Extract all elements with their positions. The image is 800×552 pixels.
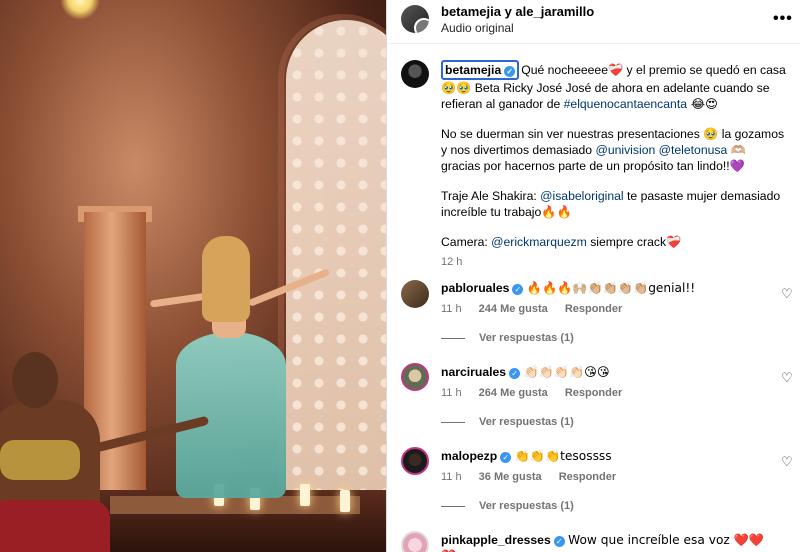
caption-username[interactable]: betamejia ✓ (441, 60, 520, 80)
verified-badge-icon: ✓ (504, 66, 516, 77)
mention-link[interactable]: @teletonusa (659, 143, 728, 157)
comment-username[interactable]: pabloruales (441, 281, 509, 295)
foreground-dancer-head (12, 352, 58, 408)
stage-step (110, 496, 360, 514)
verified-badge-icon: ✓ (509, 368, 521, 379)
comment-likes[interactable]: 244 Me gusta (479, 303, 548, 315)
verified-badge-icon: ✓ (553, 536, 565, 547)
comment-text: malopezp ✓ 👏👏👏tesossss (441, 449, 612, 463)
view-replies-button[interactable]: Ver respuestas (1) (441, 500, 574, 512)
hashtag-link[interactable]: #elquenocantaencanta (564, 97, 687, 111)
view-replies-button[interactable]: Ver respuestas (1) (441, 416, 574, 428)
comment-time[interactable]: 11 h (441, 387, 462, 399)
post-caption: betamejia ✓ Qué nocheeeee❤️‍🩹 y el premio … (441, 60, 787, 270)
reply-button[interactable]: Responder (565, 303, 622, 315)
post-authors[interactable]: betamejia y ale_jaramillo (441, 4, 594, 19)
comment-username[interactable]: narciruales (441, 365, 506, 379)
candle (300, 484, 310, 506)
commenter-avatar[interactable] (401, 531, 429, 552)
stage-light (60, 0, 100, 20)
mention-link[interactable]: @isabeloriginal (540, 189, 624, 203)
comment-text: narciruales ✓ 👏🏻👏🏻👏🏻👏🏻😘😘 (441, 365, 610, 379)
comment-username[interactable]: malopezp (441, 449, 497, 463)
commenter-avatar[interactable] (401, 280, 429, 308)
comment-time[interactable]: 11 h (441, 471, 462, 483)
reply-button[interactable]: Responder (559, 471, 616, 483)
post-header: betamejia y ale_jaramillo Audio original… (387, 0, 800, 44)
dancer-skirt (176, 332, 286, 498)
comment-time[interactable]: 11 h (441, 303, 462, 315)
comment-username[interactable]: pinkapple_dresses (441, 533, 551, 547)
author-avatar[interactable] (401, 5, 429, 33)
caption-timestamp[interactable]: 12 h (441, 254, 787, 270)
candle (340, 490, 350, 512)
comment-meta: 11 h 244 Me gusta Responder (441, 303, 636, 315)
heart-outline-icon[interactable]: ♡ (781, 286, 793, 302)
commenter-avatar[interactable] (401, 447, 429, 475)
comment-meta: 11 h 36 Me gusta Responder (441, 471, 630, 483)
comment-likes[interactable]: 36 Me gusta (479, 471, 542, 483)
reply-button[interactable]: Responder (565, 387, 622, 399)
verified-badge-icon: ✓ (512, 284, 524, 295)
post-details-panel: betamejia y ale_jaramillo Audio original… (386, 0, 800, 552)
commenter-avatar[interactable] (401, 363, 429, 391)
caption-avatar[interactable] (401, 60, 429, 88)
audio-label[interactable]: Audio original (441, 21, 514, 35)
heart-outline-icon[interactable]: ♡ (781, 454, 793, 470)
mention-link[interactable]: @erickmarquezm (491, 235, 587, 249)
view-replies-button[interactable]: Ver respuestas (1) (441, 332, 574, 344)
verified-badge-icon: ✓ (500, 452, 512, 463)
post-media[interactable] (0, 0, 386, 552)
heart-outline-icon[interactable]: ♡ (781, 370, 793, 386)
foreground-dancer-costume (0, 440, 80, 480)
more-horizontal-icon[interactable]: ••• (773, 10, 793, 28)
mention-link[interactable]: @univision (595, 143, 655, 157)
comment-meta: 11 h 264 Me gusta Responder (441, 387, 636, 399)
comment-text: pinkapple_dresses ✓ Wow que increíble esa… (441, 533, 765, 552)
comment-likes[interactable]: 264 Me gusta (479, 387, 548, 399)
comment-text: pabloruales ✓ 🔥🔥🔥🙌🏼👏🏼👏🏼👏🏼👏🏼genial!! (441, 281, 696, 295)
foreground-dancer-skirt (0, 500, 110, 552)
dancer-head (202, 236, 250, 322)
